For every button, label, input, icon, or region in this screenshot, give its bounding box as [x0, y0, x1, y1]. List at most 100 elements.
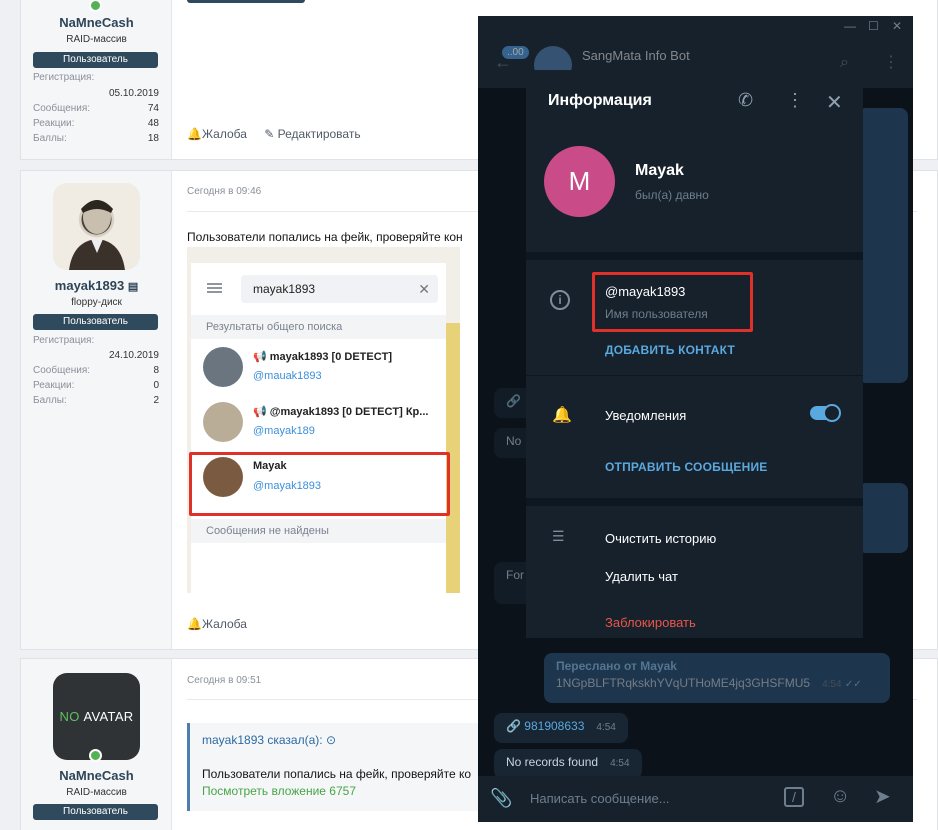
more-vertical-icon[interactable]: ⋮ [883, 52, 899, 72]
highlight-box [189, 452, 450, 516]
messages-label: Сообщения: [33, 103, 91, 114]
edit-label: Редактировать [277, 127, 361, 141]
points-stat: Баллы: 18 [33, 133, 159, 144]
highlight-box [592, 272, 753, 332]
no-avatar-no: NO [59, 709, 80, 724]
reg-label: Регистрация: [33, 72, 95, 83]
quote-author-label: mayak1893 сказал(а): [202, 733, 323, 747]
quote-block: mayak1893 сказал(а): ⊙ Пользователи попа… [187, 723, 487, 811]
user-badge: Пользователь [33, 52, 158, 68]
number-message[interactable]: 🔗 981908633 4:54 [494, 713, 628, 743]
complain-link[interactable]: 🔔Жалоба [187, 127, 247, 141]
minimize-icon[interactable]: — [844, 19, 856, 33]
online-indicator [89, 749, 102, 762]
maximize-icon[interactable]: ☐ [868, 19, 879, 33]
add-contact-button[interactable]: ДОБАВИТЬ КОНТАКТ [605, 343, 735, 357]
user-badge: Пользователь [33, 314, 158, 330]
reactions-count: 48 [147, 118, 159, 129]
search-value: mayak1893 [253, 282, 316, 296]
no-records-text: No records found [506, 755, 599, 769]
complain-link[interactable]: 🔔Жалоба [187, 617, 247, 631]
result-name: 📢 @mayak1893 [0 DETECT] Кр... [253, 406, 429, 418]
username[interactable]: mayak1893 ▤ [21, 278, 172, 293]
message-time: 4:54 [596, 722, 616, 733]
reg-date: 24.10.2019 [108, 350, 159, 361]
points-stat: Баллы: 2 [33, 395, 159, 406]
result-name: 📢 mayak1893 [0 DETECT] [253, 351, 393, 363]
outgoing-bubble-partial [858, 483, 908, 553]
message-input[interactable]: Написать сообщение... [530, 791, 670, 806]
user-badge: Пользователь [33, 804, 158, 820]
close-icon: ✕ [418, 281, 430, 297]
edit-link[interactable]: ✎ Редактировать [264, 127, 360, 141]
messages-stat: Сообщения: 8 [33, 365, 159, 376]
telegram-window: — ☐ ✕ ← ..00 SangMata Info Bot ⌕ ⋮ 🔗 No … [478, 16, 913, 822]
portrait-icon [69, 200, 125, 270]
info-icon: i [550, 290, 570, 310]
window-titlebar: — ☐ ✕ [478, 16, 913, 38]
messages-count: 74 [147, 103, 159, 114]
no-avatar-image[interactable]: NO AVATAR [53, 673, 140, 760]
phone-icon[interactable]: ✆ [738, 90, 753, 111]
command-icon[interactable]: / [784, 787, 804, 807]
forwarded-text: 1NGpBLFTRqkskhYVqUTHoME4jq3GHSFMU5 [556, 676, 811, 690]
post-time[interactable]: Сегодня в 09:46 [187, 186, 261, 197]
points-count: 2 [153, 395, 159, 406]
username[interactable]: NaMneCash [21, 15, 172, 30]
chat-bubble-icon: ▤ [127, 281, 139, 293]
close-icon[interactable]: ✕ [826, 90, 843, 115]
result-handle: @mauak1893 [253, 370, 322, 382]
search-result-row: 📢 @mayak1893 [0 DETECT] Кр... @mayak189 [191, 395, 446, 449]
post-time[interactable]: Сегодня в 09:51 [187, 675, 261, 686]
quote-author[interactable]: mayak1893 сказал(а): ⊙ [202, 733, 336, 747]
user-info-modal: Информация ✆ ⋮ ✕ M Mayak был(а) давно i … [526, 70, 863, 638]
robot-avatar-icon [203, 347, 243, 387]
send-message-button[interactable]: ОТПРАВИТЬ СООБЩЕНИЕ [605, 460, 767, 474]
emoji-icon[interactable]: ☺ [830, 785, 850, 808]
user-title: RAID-массив [66, 787, 127, 798]
section-divider [526, 252, 863, 260]
user-avatar[interactable]: M [544, 146, 615, 217]
forwarded-label: Переслано от Mayak [556, 659, 677, 673]
points-label: Баллы: [33, 133, 67, 144]
section-divider [526, 498, 863, 506]
post-actions: 🔔Жалоба ✎ Редактировать [187, 127, 375, 141]
complain-label: Жалоба [201, 617, 247, 631]
block-button[interactable]: Заблокировать [605, 615, 696, 630]
messages-count: 8 [153, 365, 159, 376]
more-vertical-icon[interactable]: ⋮ [786, 90, 804, 111]
forwarded-message[interactable]: Переслано от Mayak 1NGpBLFTRqkskhYVqUTHo… [544, 653, 890, 703]
close-window-icon[interactable]: ✕ [892, 19, 902, 33]
clear-history-button[interactable]: Очистить историю [605, 531, 716, 546]
reactions-count: 0 [153, 380, 159, 391]
forwarded-row: 1NGpBLFTRqkskhYVqUTHoME4jq3GHSFMU5 4:54 ✓… [556, 676, 878, 690]
username[interactable]: NaMneCash [21, 768, 172, 783]
user-avatar-photo[interactable] [53, 183, 140, 270]
online-indicator [89, 0, 102, 12]
section-divider [526, 375, 863, 376]
portrait-avatar-icon [203, 402, 243, 442]
chat-title[interactable]: SangMata Info Bot [582, 48, 690, 63]
messages-label: Сообщения: [33, 365, 91, 376]
delete-chat-button[interactable]: Удалить чат [605, 569, 678, 584]
user-info-column: mayak1893 ▤ floppy-диск Пользователь Рег… [21, 171, 172, 649]
messages-stat: Сообщения: 74 [33, 103, 159, 114]
notifications-toggle[interactable] [810, 404, 841, 422]
attach-icon[interactable]: 📎 [490, 788, 512, 809]
reactions-stat: Реакции: 0 [33, 380, 159, 391]
user-status: был(а) давно [635, 188, 709, 202]
no-records-message[interactable]: No records found 4:54 [494, 749, 642, 779]
modal-title: Информация [548, 92, 652, 109]
reactions-label: Реакции: [33, 118, 75, 129]
attached-screenshot[interactable]: mayak1893 ✕ Результаты общего поиска 📢 m… [187, 247, 460, 593]
reactions-stat: Реакции: 48 [33, 118, 159, 129]
outgoing-bubble-partial [858, 108, 908, 383]
reactions-label: Реакции: [33, 380, 75, 391]
complain-label: Жалоба [201, 127, 247, 141]
send-icon[interactable]: ➤ [874, 784, 891, 809]
user-title: floppy-диск [71, 297, 122, 308]
message-input-bar: 📎 Написать сообщение... / ☺ ➤ [478, 776, 913, 822]
arrow-up-circle-icon: ⊙ [325, 733, 337, 747]
number-text: 981908633 [524, 719, 585, 733]
attachment-link[interactable]: Посмотреть вложение 6757 [202, 784, 356, 798]
